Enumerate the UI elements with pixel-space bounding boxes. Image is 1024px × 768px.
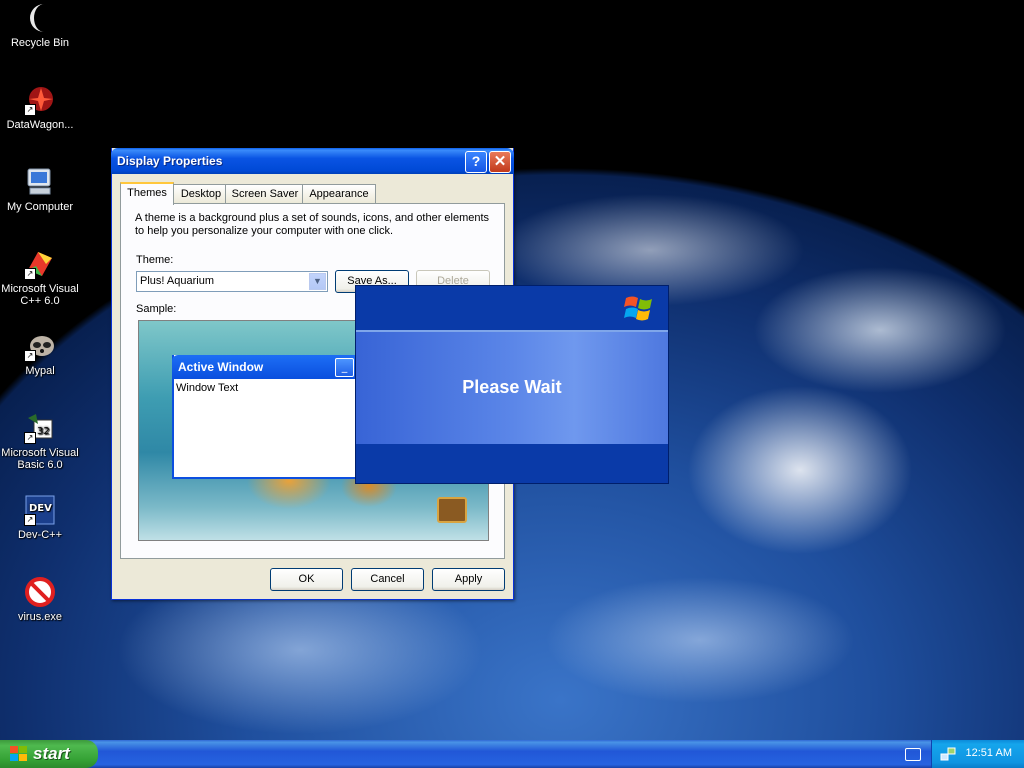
sample-window-title: Active Window <box>178 360 264 374</box>
desktop-icon-visual-basic[interactable]: 32 ↗ Microsoft Visual Basic 6.0 <box>0 412 80 471</box>
windows-logo-icon <box>624 296 652 321</box>
clock[interactable]: 12:51 AM <box>966 747 1012 759</box>
theme-select[interactable]: Plus! Aquarium ▼ <box>136 271 328 292</box>
windows-flag-icon <box>10 746 27 761</box>
tab-desktop[interactable]: Desktop <box>173 184 229 203</box>
moon-recycle-bin-icon <box>24 2 56 34</box>
tab-appearance[interactable]: Appearance <box>302 184 376 203</box>
window-title: Display Properties <box>117 154 223 168</box>
datawagon-icon: ↗ <box>24 84 56 116</box>
desktop-icon-dev-cpp[interactable]: DEV ↗ Dev-C++ <box>0 494 80 541</box>
sample-window-titlebar: Active Window _ □ <box>172 355 376 379</box>
tab-screen-saver[interactable]: Screen Saver <box>225 184 305 203</box>
theme-label: Theme: <box>136 254 174 266</box>
desktop-icon-label: DataWagon... <box>6 119 74 131</box>
desktop-icon-label: Mypal <box>25 365 55 377</box>
shortcut-arrow-icon: ↗ <box>24 514 36 526</box>
sample-window-text: Window Text <box>176 382 239 394</box>
apply-button[interactable]: Apply <box>432 568 505 591</box>
minimize-icon: _ <box>335 358 354 377</box>
shortcut-arrow-icon: ↗ <box>24 432 36 444</box>
computer-icon <box>24 166 56 198</box>
raccoon-icon: ↗ <box>24 330 56 362</box>
close-button[interactable]: ✕ <box>489 151 511 173</box>
chevron-down-icon[interactable]: ▼ <box>309 273 326 290</box>
desktop-icon-label: Microsoft Visual Basic 6.0 <box>1 447 79 471</box>
desktop-icon-visual-cpp[interactable]: ↗ Microsoft Visual C++ 6.0 <box>0 248 80 307</box>
please-wait-dialog: Please Wait <box>355 285 669 484</box>
shortcut-arrow-icon: ↗ <box>24 350 36 362</box>
visual-cpp-icon: ↗ <box>24 248 56 280</box>
sample-label: Sample: <box>136 303 177 315</box>
system-tray: 12:51 AM <box>931 740 1024 768</box>
dev-cpp-icon: DEV ↗ <box>24 494 56 526</box>
svg-text:32: 32 <box>37 426 50 437</box>
ok-button[interactable]: OK <box>270 568 343 591</box>
desktop-icon-label: My Computer <box>6 201 74 213</box>
start-button[interactable]: start <box>0 740 98 768</box>
keyboard-icon[interactable] <box>905 748 921 761</box>
desktop-icon-label: Recycle Bin <box>10 37 70 49</box>
visual-basic-icon: 32 ↗ <box>24 412 56 444</box>
treasure-chest-icon <box>437 497 467 523</box>
shortcut-arrow-icon: ↗ <box>24 268 36 280</box>
taskbar: start 12:51 AM <box>0 740 1024 768</box>
cancel-button[interactable]: Cancel <box>351 568 424 591</box>
theme-select-value: Plus! Aquarium <box>140 275 214 287</box>
desktop-icon-label: virus.exe <box>17 611 63 623</box>
desktop-icon-label: Dev-C++ <box>17 529 63 541</box>
please-wait-body: Please Wait <box>356 330 668 444</box>
tab-themes[interactable]: Themes <box>120 182 174 205</box>
network-icon[interactable] <box>940 746 956 762</box>
theme-description: A theme is a background plus a set of so… <box>135 212 490 237</box>
desktop-icon-label: Microsoft Visual C++ 6.0 <box>1 283 79 307</box>
desktop-icon-recycle-bin[interactable]: Recycle Bin <box>0 2 80 49</box>
window-titlebar[interactable]: Display Properties ? ✕ <box>111 148 514 174</box>
desktop-icon-datawagon[interactable]: ↗ DataWagon... <box>0 84 80 131</box>
desktop-icon-virus[interactable]: virus.exe <box>0 576 80 623</box>
start-label: start <box>33 744 70 763</box>
shortcut-arrow-icon: ↗ <box>24 104 36 116</box>
desktop-icon-my-computer[interactable]: My Computer <box>0 166 80 213</box>
desktop-icon-mypal[interactable]: ↗ Mypal <box>0 330 80 377</box>
please-wait-message: Please Wait <box>462 377 562 397</box>
please-wait-footer <box>356 444 668 483</box>
svg-text:DEV: DEV <box>29 503 52 514</box>
help-button[interactable]: ? <box>465 151 487 173</box>
no-entry-icon <box>24 576 56 608</box>
sample-active-window: Active Window _ □ Window Text <box>172 355 376 479</box>
please-wait-header <box>356 286 668 330</box>
